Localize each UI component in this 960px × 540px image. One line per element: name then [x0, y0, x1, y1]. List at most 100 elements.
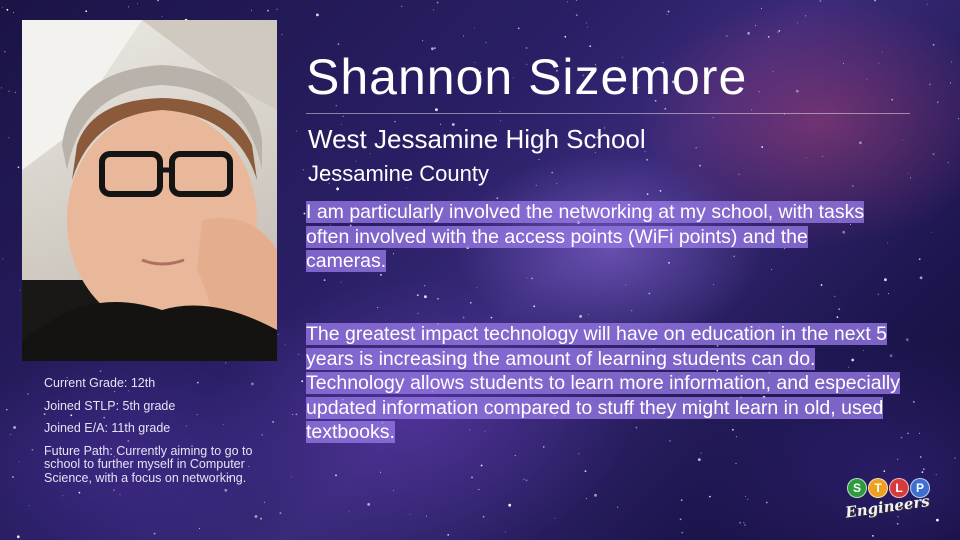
joined-stlp: Joined STLP: 5th grade — [44, 398, 176, 413]
star — [919, 276, 923, 280]
current-grade: Current Grade: 12th — [44, 376, 156, 390]
star — [469, 301, 472, 304]
bio-paragraph-2-text: The greatest impact technology will have… — [306, 323, 900, 443]
star — [919, 456, 922, 458]
star — [542, 446, 545, 448]
star — [579, 315, 582, 318]
star — [157, 0, 159, 2]
star — [279, 512, 282, 514]
star — [949, 82, 951, 84]
star — [929, 83, 931, 86]
star — [335, 474, 337, 477]
star — [85, 10, 88, 13]
star — [584, 470, 587, 472]
star — [316, 13, 319, 17]
star — [907, 172, 909, 174]
star — [496, 197, 499, 200]
star — [936, 101, 939, 104]
star — [417, 312, 419, 314]
star — [416, 294, 419, 296]
star — [617, 506, 619, 508]
star — [834, 295, 836, 297]
star — [463, 35, 465, 37]
star — [435, 108, 438, 112]
star — [526, 277, 528, 279]
bio-paragraph-1-text: I am particularly involved the networkin… — [306, 201, 865, 272]
star — [424, 295, 427, 299]
star — [535, 184, 537, 186]
star — [883, 470, 886, 472]
star — [872, 535, 874, 537]
star — [712, 117, 714, 119]
star — [298, 354, 300, 355]
star — [8, 90, 10, 92]
star — [499, 110, 501, 112]
star — [409, 513, 411, 515]
star — [751, 109, 753, 111]
star — [554, 517, 556, 519]
star — [738, 173, 740, 175]
star — [935, 474, 937, 476]
star — [919, 432, 921, 434]
star — [747, 498, 749, 500]
star — [27, 393, 29, 395]
star — [14, 91, 16, 93]
star — [533, 305, 536, 308]
star — [667, 10, 670, 13]
star — [744, 524, 746, 526]
star — [646, 193, 649, 196]
star — [699, 164, 701, 167]
profile-photo — [22, 20, 277, 361]
star — [13, 426, 16, 429]
star — [462, 316, 465, 319]
star — [648, 292, 651, 295]
star — [761, 146, 764, 148]
logo-letter-s: S — [847, 478, 867, 498]
star — [697, 458, 701, 461]
star — [887, 242, 889, 244]
star — [478, 489, 480, 490]
star — [28, 505, 30, 507]
star — [822, 155, 824, 157]
profile-name: Shannon Sizemore — [306, 49, 748, 105]
star — [296, 130, 297, 132]
star — [8, 137, 10, 139]
star — [380, 471, 382, 473]
star — [954, 457, 956, 459]
star — [758, 91, 760, 93]
star — [932, 43, 935, 46]
star — [564, 35, 567, 38]
star — [99, 370, 102, 372]
star — [743, 522, 745, 524]
stlp-engineers-logo: S T L P Engineers — [844, 478, 931, 528]
joined-ea: Joined E/A: 11th grade — [44, 421, 171, 435]
bio-paragraph-impact: The greatest impact technology will have… — [306, 322, 918, 445]
star — [910, 177, 911, 179]
star — [153, 532, 156, 535]
star — [517, 27, 520, 30]
star — [926, 3, 928, 5]
star — [290, 476, 292, 478]
star — [936, 518, 939, 522]
star — [735, 463, 737, 464]
star — [713, 284, 714, 286]
star — [585, 497, 587, 499]
star — [587, 26, 588, 28]
star — [805, 15, 807, 17]
star — [932, 153, 935, 156]
title-divider — [306, 113, 910, 114]
star — [725, 35, 728, 37]
star — [482, 515, 485, 518]
star — [551, 171, 554, 174]
star — [422, 40, 424, 42]
star — [9, 434, 11, 435]
star — [437, 297, 439, 300]
star — [754, 25, 756, 27]
star — [490, 316, 493, 319]
star — [473, 27, 475, 29]
star — [918, 258, 921, 261]
star — [700, 452, 702, 454]
star — [680, 499, 683, 501]
star — [587, 314, 589, 315]
star — [323, 279, 326, 281]
